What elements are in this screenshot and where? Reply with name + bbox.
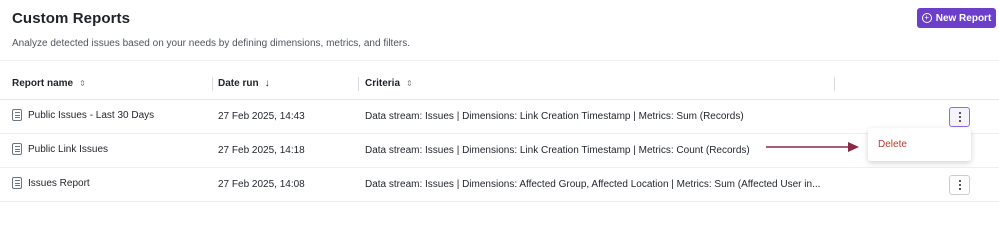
column-divider[interactable] <box>358 77 359 91</box>
date-run-cell: 27 Feb 2025, 14:18 <box>218 145 305 156</box>
column-label: Criteria <box>365 78 401 89</box>
sort-both-icon: ⇕ <box>406 79 413 88</box>
row-actions-button[interactable] <box>949 175 970 195</box>
report-name-cell[interactable]: Issues Report <box>12 177 90 189</box>
report-document-icon <box>12 143 22 155</box>
report-document-icon <box>12 177 22 189</box>
page-title: Custom Reports <box>12 10 131 27</box>
report-name: Public Link Issues <box>28 143 109 155</box>
table-row[interactable]: Issues Report 27 Feb 2025, 14:08 Data st… <box>0 168 999 202</box>
column-header-date-run[interactable]: Date run ↓ <box>218 78 270 89</box>
annotation-arrow <box>766 142 859 152</box>
report-name-cell[interactable]: Public Link Issues <box>12 143 108 155</box>
criteria-cell: Data stream: Issues | Dimensions: Affect… <box>365 179 821 190</box>
row-actions-menu: Delete <box>868 128 971 161</box>
report-name-cell[interactable]: Public Issues - Last 30 Days <box>12 109 154 121</box>
column-label: Report name <box>12 78 74 89</box>
date-run-cell: 27 Feb 2025, 14:43 <box>218 111 305 122</box>
table-row[interactable]: Public Issues - Last 30 Days 27 Feb 2025… <box>0 100 999 134</box>
new-report-button[interactable]: + New Report <box>917 8 996 28</box>
kebab-menu-icon <box>958 112 961 122</box>
column-header-report-name[interactable]: Report name ⇕ <box>12 78 86 89</box>
table-header: Report name ⇕ Date run ↓ Criteria ⇕ <box>0 73 999 100</box>
column-header-criteria[interactable]: Criteria ⇕ <box>365 78 413 89</box>
row-actions-button[interactable] <box>949 107 970 127</box>
criteria-cell: Data stream: Issues | Dimensions: Link C… <box>365 145 750 156</box>
new-report-label: New Report <box>935 12 992 24</box>
kebab-menu-icon <box>958 180 961 190</box>
report-name: Issues Report <box>28 177 90 189</box>
header-divider <box>0 60 999 61</box>
column-divider[interactable] <box>212 77 213 91</box>
report-name: Public Issues - Last 30 Days <box>28 109 155 121</box>
plus-circle-icon: + <box>921 13 932 23</box>
date-run-cell: 27 Feb 2025, 14:08 <box>218 179 305 190</box>
page-subtitle: Analyze detected issues based on your ne… <box>12 38 410 49</box>
sort-both-icon: ⇕ <box>79 79 86 88</box>
delete-menu-item[interactable]: Delete <box>878 139 907 150</box>
criteria-cell: Data stream: Issues | Dimensions: Link C… <box>365 111 744 122</box>
column-label: Date run <box>218 78 259 89</box>
reports-table: Report name ⇕ Date run ↓ Criteria ⇕ Publ… <box>0 73 999 202</box>
arrow-down-icon: ↓ <box>264 78 270 89</box>
report-document-icon <box>12 109 22 121</box>
column-divider[interactable] <box>834 77 835 91</box>
